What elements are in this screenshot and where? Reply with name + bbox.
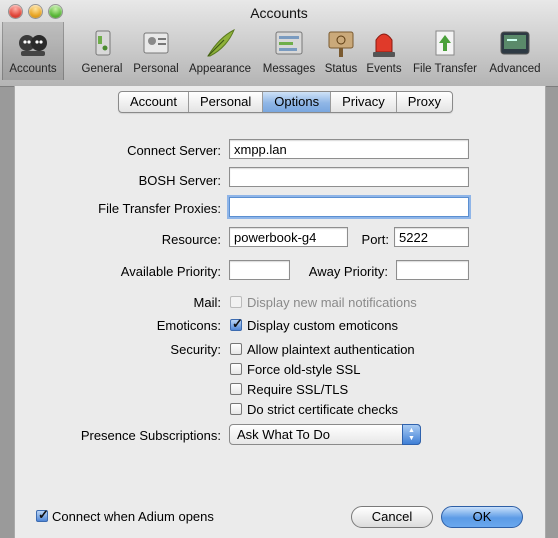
toolbar-label-accounts: Accounts [9,63,57,75]
connect-on-open-checkbox[interactable]: ✓ [36,507,49,522]
toolbar-item-accounts[interactable]: Accounts [2,22,64,80]
advanced-icon [500,31,530,55]
checkmark-icon: ✓ [232,316,243,331]
toolbar-item-messages[interactable]: Messages [260,22,318,80]
strict-cert-checkbox[interactable] [230,403,242,415]
tab-personal[interactable]: Personal [189,92,264,112]
tab-bar: Account Personal Options Privacy Proxy [118,91,453,113]
tab-privacy[interactable]: Privacy [331,92,397,112]
toolbar-label-messages: Messages [262,63,316,75]
general-icon [95,30,111,56]
custom-emoticons-checkbox[interactable]: ✓ [230,316,243,331]
events-icon [373,33,395,57]
tab-proxy[interactable]: Proxy [397,92,452,112]
accounts-icon [19,35,47,56]
window-title: Accounts [250,5,308,21]
presence-subscriptions-popup[interactable]: Ask What To Do ▲ ▼ [229,424,421,445]
away-priority-field[interactable] [396,260,469,280]
toolbar-item-advanced[interactable]: Advanced [486,22,544,80]
bosh-server-label: BOSH Server: [138,173,221,188]
connect-server-label: Connect Server: [127,143,221,158]
cancel-button[interactable]: Cancel [351,506,433,528]
toolbar-item-events[interactable]: Events [364,22,404,80]
resource-field[interactable]: powerbook-g4 [229,227,348,247]
toolbar-item-appearance[interactable]: Appearance [186,22,254,80]
require-ssl-checkbox[interactable] [230,383,242,395]
toolbar-item-general[interactable]: General [78,22,126,80]
toolbar-item-personal[interactable]: Personal [130,22,182,80]
checkmark-icon: ✓ [38,507,49,522]
toolbar-item-status[interactable]: Status [321,22,361,80]
mail-notifications-checkbox[interactable] [230,296,242,308]
plaintext-auth-text: Allow plaintext authentication [247,342,415,357]
appearance-icon [207,28,235,57]
toolbar-label-personal: Personal [133,63,179,75]
old-style-ssl-text: Force old-style SSL [247,362,361,377]
port-field[interactable]: 5222 [394,227,469,247]
toolbar-label-appearance: Appearance [188,63,252,75]
accounts-window: Accounts Accounts General Personal Appea… [0,0,558,538]
ok-button[interactable]: OK [441,506,523,528]
away-priority-label: Away Priority: [308,264,388,279]
messages-icon [275,31,303,55]
port-label: Port: [361,232,389,247]
toolbar-label-general: General [81,63,123,75]
title-bar: Accounts Accounts General Personal Appea… [0,0,558,87]
old-style-ssl-checkbox[interactable] [230,363,242,375]
connect-server-field[interactable]: xmpp.lan [229,139,469,159]
file-transfer-proxies-field[interactable] [229,197,469,217]
security-label: Security: [170,342,221,357]
file-transfer-proxies-label: File Transfer Proxies: [98,201,221,216]
available-priority-field[interactable] [229,260,290,280]
available-priority-label: Available Priority: [120,264,221,279]
toolbar-label-advanced: Advanced [489,63,541,75]
personal-icon [143,32,169,54]
strict-cert-text: Do strict certificate checks [247,402,398,417]
custom-emoticons-text: Display custom emoticons [247,318,398,333]
tab-account[interactable]: Account [119,92,189,112]
mail-label: Mail: [193,295,221,310]
file-transfer-icon [435,30,455,56]
status-icon [328,31,354,57]
require-ssl-text: Require SSL/TLS [247,382,349,397]
toolbar-item-file-transfer[interactable]: File Transfer [408,22,482,80]
resource-label: Resource: [161,232,221,247]
presence-subscriptions-value: Ask What To Do [237,427,330,442]
bosh-server-field[interactable] [229,167,469,187]
toolbar-label-file-transfer: File Transfer [413,63,477,75]
plaintext-auth-checkbox[interactable] [230,343,242,355]
connect-on-open-text: Connect when Adium opens [52,509,214,524]
toolbar-label-events: Events [366,63,402,75]
presence-subscriptions-label: Presence Subscriptions: [80,428,221,443]
popup-arrows-icon: ▲ ▼ [402,424,421,445]
emoticons-label: Emoticons: [156,318,221,333]
preferences-toolbar: Accounts General Personal Appearance Mes… [0,22,558,80]
tab-options[interactable]: Options [263,92,332,112]
toolbar-label-status: Status [324,63,358,75]
mail-notifications-text: Display new mail notifications [247,295,417,310]
